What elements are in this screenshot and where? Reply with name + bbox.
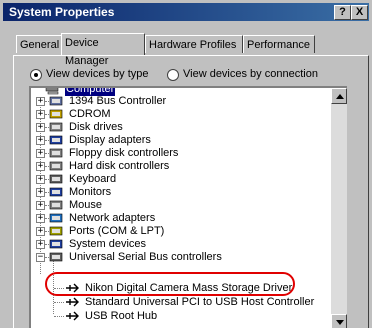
tree-category-row[interactable]: + Ports (COM & LPT) <box>31 224 331 238</box>
tab-device-manager[interactable]: Device Manager <box>61 33 145 67</box>
tree-category-row[interactable]: +1394 Bus Controller <box>31 94 331 108</box>
tree-category-label: Monitors <box>69 186 112 198</box>
tab-hardware-profiles[interactable]: Hardware Profiles <box>145 35 243 53</box>
disk-drive-icon <box>49 122 63 132</box>
tree-category-row[interactable]: + Floppy disk controllers <box>31 146 331 160</box>
tree-category-row[interactable]: + Display adapters <box>31 133 331 147</box>
expand-icon[interactable]: + <box>36 188 45 197</box>
usb-controller-icon <box>49 252 63 262</box>
arrow-up-icon <box>336 94 344 99</box>
floppy-controller-icon <box>49 148 63 158</box>
expand-icon[interactable]: + <box>36 227 45 236</box>
expand-icon[interactable]: + <box>36 149 45 158</box>
firewire-icon <box>49 96 63 106</box>
tree-device-row[interactable]: Standard Universal PCI to USB Host Contr… <box>31 295 331 309</box>
tree-line <box>54 316 64 317</box>
monitor-icon <box>49 187 63 197</box>
tree-category-row[interactable]: + Monitors <box>31 185 331 199</box>
tree-device-label: Standard Universal PCI to USB Host Contr… <box>85 296 315 308</box>
help-button[interactable]: ? <box>334 5 351 20</box>
tree-category-row[interactable]: − Universal Serial Bus controllers <box>31 250 331 264</box>
mouse-icon <box>49 200 63 210</box>
system-device-icon <box>49 239 63 249</box>
expand-icon[interactable]: + <box>36 214 45 223</box>
expand-icon[interactable]: + <box>36 123 45 132</box>
tree-category-row[interactable]: + System devices <box>31 237 331 251</box>
tree-category-row[interactable]: + Mouse <box>31 198 331 212</box>
port-icon <box>49 226 63 236</box>
tree-category-label: System devices <box>69 238 147 250</box>
hard-disk-controller-icon <box>49 161 63 171</box>
tree-category-row[interactable]: + Network adapters <box>31 211 331 225</box>
tree-category-label: Ports (COM & LPT) <box>69 225 165 237</box>
tree-category-label: Network adapters <box>69 212 156 224</box>
tree-category-label: Universal Serial Bus controllers <box>69 251 222 263</box>
tree-line <box>54 302 64 303</box>
scroll-down-button[interactable] <box>331 314 347 328</box>
radio-label-by-connection: View devices by connection <box>183 68 318 80</box>
network-adapter-icon <box>49 213 63 223</box>
tree-device-label: USB Root Hub <box>85 310 158 322</box>
cdrom-icon <box>49 109 63 119</box>
scroll-up-button[interactable] <box>331 88 347 104</box>
tree-category-label: Disk drives <box>69 121 123 133</box>
usb-device-icon <box>66 311 79 321</box>
vertical-scrollbar[interactable] <box>331 88 347 328</box>
title-bar[interactable]: System Properties ? X <box>3 3 369 21</box>
system-properties-window: System Properties ? X General Device Man… <box>0 0 372 328</box>
arrow-down-icon <box>336 320 344 325</box>
tree-category-label: Mouse <box>69 199 103 211</box>
expand-icon[interactable]: + <box>36 110 45 119</box>
radio-button-unselected[interactable] <box>167 69 179 81</box>
usb-device-icon <box>66 297 79 307</box>
tree-category-row[interactable]: + Disk drives <box>31 120 331 134</box>
expand-icon[interactable]: + <box>36 162 45 171</box>
expand-icon[interactable]: + <box>36 97 45 106</box>
tree-category-label: Floppy disk controllers <box>69 147 179 159</box>
tree-category-label: CDROM <box>69 108 111 120</box>
tree-category-row[interactable]: + Hard disk controllers <box>31 159 331 173</box>
tree-category-label: 1394 Bus Controller <box>69 95 167 107</box>
expand-icon[interactable]: + <box>36 136 45 145</box>
tree-category-label: Hard disk controllers <box>69 160 170 172</box>
keyboard-icon <box>49 174 63 184</box>
tree-category-label: Keyboard <box>69 173 117 185</box>
expand-icon[interactable]: + <box>36 201 45 210</box>
radio-button-selected[interactable] <box>30 69 42 81</box>
tree-category-row[interactable]: + CDROM <box>31 107 331 121</box>
close-button[interactable]: X <box>351 5 368 20</box>
display-adapter-icon <box>49 135 63 145</box>
window-title: System Properties <box>9 5 115 19</box>
highlight-circle <box>45 272 295 296</box>
expand-icon[interactable]: + <box>36 175 45 184</box>
collapse-icon[interactable]: − <box>36 253 45 262</box>
tree-device-row[interactable]: USB Root Hub <box>31 309 331 323</box>
tab-general[interactable]: General <box>16 35 64 53</box>
tree-category-row[interactable]: + Keyboard <box>31 172 331 186</box>
tab-performance[interactable]: Performance <box>243 35 315 53</box>
tree-category-label: Display adapters <box>69 134 151 146</box>
expand-icon[interactable]: + <box>36 240 45 249</box>
